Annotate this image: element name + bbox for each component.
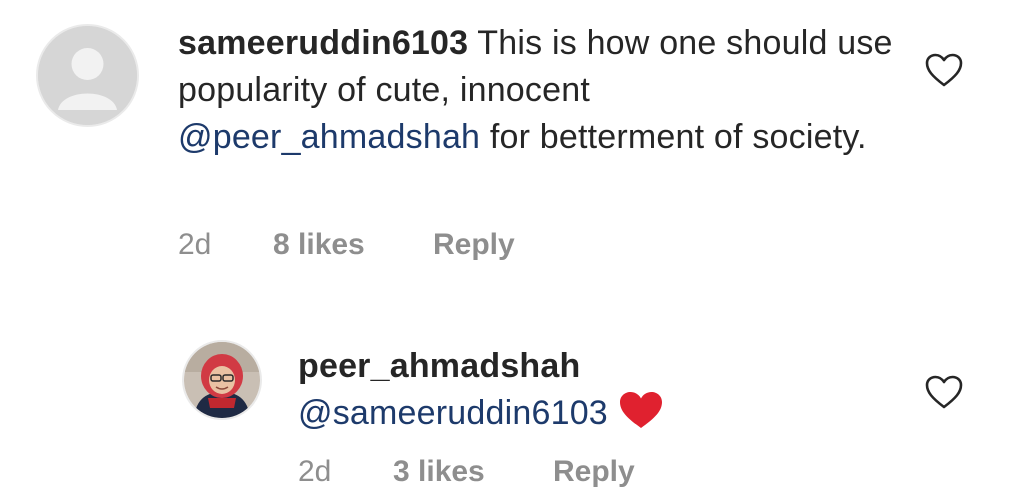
comment-body: peer_ahmadshah @sameeruddin6103: [298, 343, 898, 437]
like-heart-icon[interactable]: [924, 52, 964, 88]
reply-button[interactable]: Reply: [553, 455, 635, 489]
comment-body: sameeruddin6103 This is how one should u…: [178, 20, 898, 161]
comment-time: 2d: [178, 228, 212, 261]
likes-count[interactable]: 8 likes: [273, 228, 365, 262]
mention-link[interactable]: @peer_ahmadshah: [178, 118, 480, 156]
like-heart-icon[interactable]: [924, 374, 964, 410]
comment-text: for betterment of society.: [480, 118, 867, 156]
comment-username[interactable]: peer_ahmadshah: [298, 347, 580, 385]
default-avatar-icon[interactable]: [36, 24, 139, 127]
likes-count[interactable]: 3 likes: [393, 455, 485, 489]
reply-button[interactable]: Reply: [433, 228, 515, 262]
comment-username[interactable]: sameeruddin6103: [178, 24, 468, 62]
red-heart-icon: [618, 390, 664, 430]
mention-link[interactable]: @sameeruddin6103: [298, 394, 608, 432]
comment-time: 2d: [298, 455, 332, 488]
profile-photo-avatar[interactable]: [182, 340, 262, 420]
